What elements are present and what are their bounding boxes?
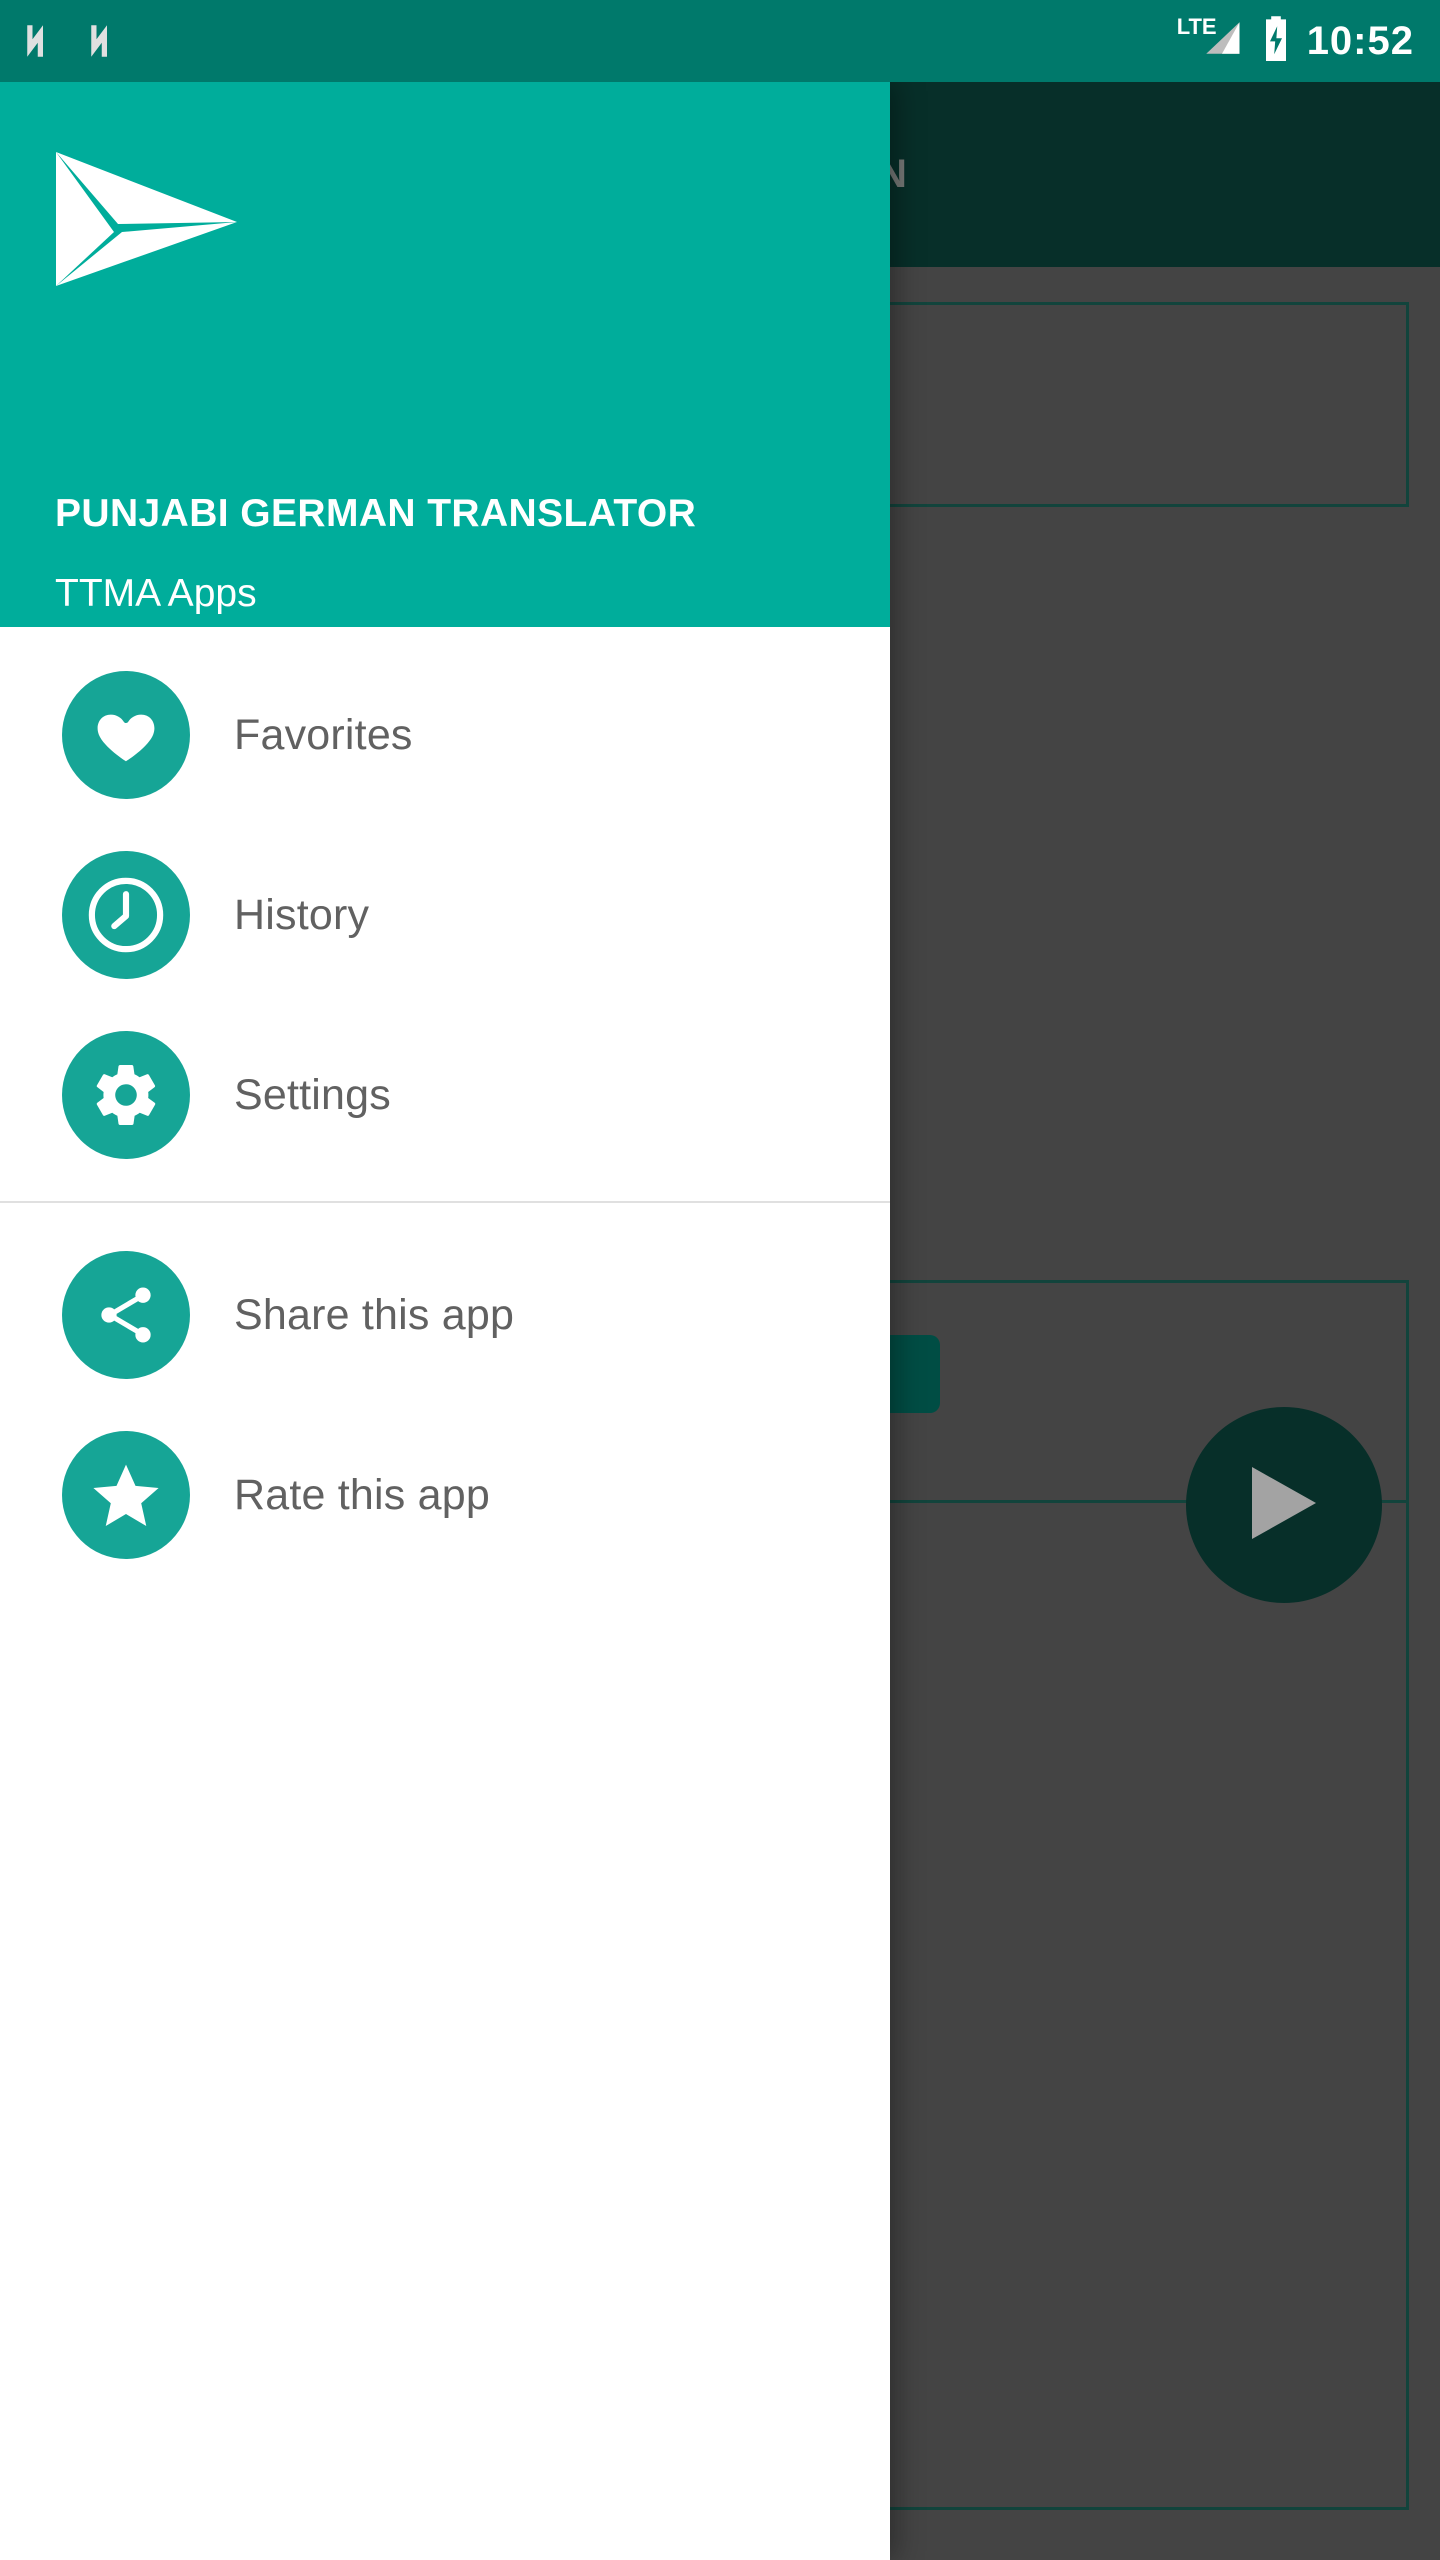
sidebar-item-settings[interactable]: Settings [0,1005,890,1185]
heart-icon [62,671,190,799]
drawer-app-name: PUNJABI GERMAN TRANSLATOR [55,492,697,535]
drawer-divider [0,1201,890,1203]
status-bar-left-icons [0,20,128,62]
sidebar-item-rate-app[interactable]: Rate this app [0,1405,890,1585]
drawer-publisher: TTMA Apps [55,572,257,615]
sidebar-item-history[interactable]: History [0,825,890,1005]
sidebar-item-label: Settings [234,1070,391,1119]
battery-charging-icon [1259,15,1293,68]
drawer-secondary-group: Share this app Rate this app [0,1225,890,1585]
status-bar-right-icons: LTE 10:52 [1177,14,1440,68]
gear-icon [62,1031,190,1159]
sidebar-item-share-app[interactable]: Share this app [0,1225,890,1405]
clock-icon [62,851,190,979]
n-glyph-icon [22,20,64,62]
lte-icon: LTE [1177,14,1245,64]
paper-plane-icon [54,144,239,294]
lte-label: LTE [1176,14,1217,39]
navigation-drawer: PUNJABI GERMAN TRANSLATOR TTMA Apps Favo… [0,82,890,2560]
drawer-primary-group: Favorites History Settings [0,627,890,1185]
drawer-header: PUNJABI GERMAN TRANSLATOR TTMA Apps [0,82,890,627]
star-icon [62,1431,190,1559]
phone-screen: GERMAN PUNJABI GERMAN TRAN [0,0,1440,2560]
sidebar-item-label: Share this app [234,1290,515,1339]
share-icon [62,1251,190,1379]
sidebar-item-label: Rate this app [234,1470,490,1519]
status-bar: LTE 10:52 [0,0,1440,82]
n-glyph-icon [86,20,128,62]
sidebar-item-label: Favorites [234,710,413,759]
status-bar-clock: 10:52 [1306,19,1414,63]
sidebar-item-favorites[interactable]: Favorites [0,645,890,825]
sidebar-item-label: History [234,890,370,939]
